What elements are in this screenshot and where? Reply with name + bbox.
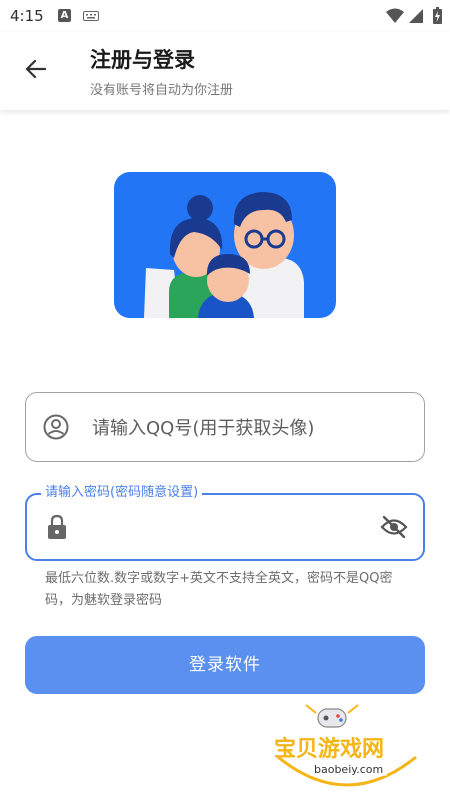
user-icon bbox=[42, 413, 70, 441]
lock-icon bbox=[43, 513, 71, 541]
gamepad-logo-icon bbox=[305, 704, 359, 728]
qq-number-field[interactable]: 请输入QQ号(用于获取头像) bbox=[25, 392, 425, 462]
signal-icon bbox=[409, 9, 423, 23]
watermark-url: baobeiy.com bbox=[310, 763, 388, 776]
status-bar: 4:15 A bbox=[0, 0, 450, 32]
family-illustration bbox=[114, 172, 336, 318]
status-time: 4:15 bbox=[10, 7, 44, 25]
app-bar: 注册与登录 没有账号将自动为你注册 bbox=[0, 32, 450, 110]
password-hint: 最低六位数.数字或数字+英文不支持全英文，密码不是QQ密码，为魅软登录密码 bbox=[45, 571, 393, 608]
password-field[interactable]: 请输入密码(密码随意设置) bbox=[25, 483, 425, 561]
battery-icon bbox=[433, 7, 442, 24]
wifi-icon bbox=[386, 8, 404, 23]
eye-off-icon bbox=[380, 516, 408, 538]
back-button[interactable] bbox=[18, 52, 52, 86]
watermark: 宝贝游戏网 baobeiy.com bbox=[272, 703, 422, 795]
arrow-left-icon bbox=[25, 59, 46, 79]
page-title: 注册与登录 bbox=[90, 48, 195, 72]
login-button[interactable]: 登录软件 bbox=[25, 636, 425, 694]
notification-icon: A bbox=[58, 9, 71, 22]
qq-field-placeholder: 请输入QQ号(用于获取头像) bbox=[92, 418, 315, 439]
toggle-password-visibility-button[interactable] bbox=[379, 512, 409, 542]
password-field-label: 请输入密码(密码随意设置) bbox=[41, 483, 203, 503]
keyboard-icon bbox=[83, 11, 99, 21]
page-subtitle: 没有账号将自动为你注册 bbox=[90, 83, 234, 98]
